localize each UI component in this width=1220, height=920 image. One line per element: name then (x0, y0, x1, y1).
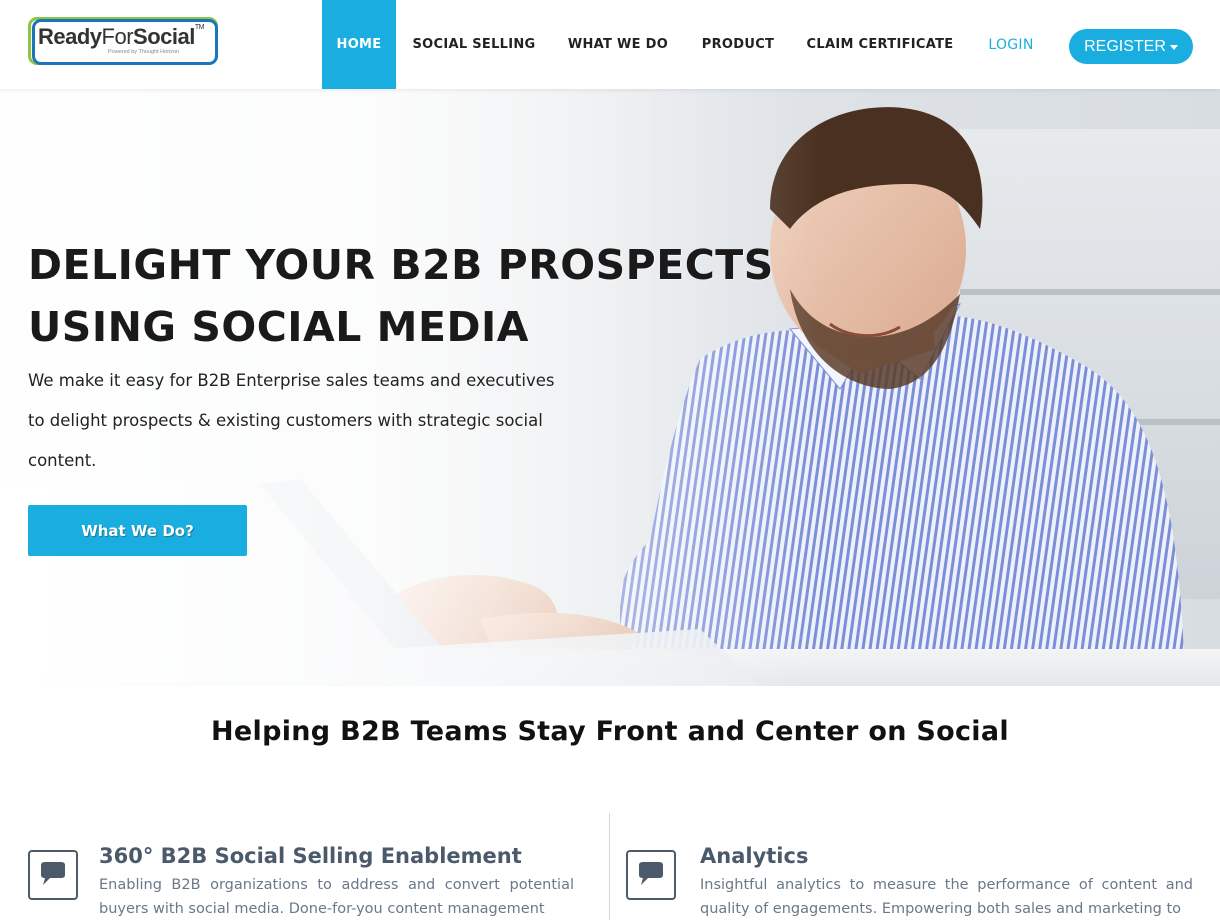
chat-bubble-icon-glyph (41, 862, 65, 885)
logo-wordmark: ReadyForSocialTM (38, 24, 204, 49)
register-dropdown-button[interactable]: REGISTER (1069, 29, 1193, 64)
nav-social-selling[interactable]: SOCIAL SELLING (408, 0, 540, 89)
brand-logo[interactable]: ReadyForSocialTM Powered by Thought Hori… (28, 17, 218, 65)
nav-what-we-do[interactable]: WHAT WE DO (562, 0, 674, 89)
logo-tagline: Powered by Thought Horizon (108, 49, 180, 55)
chat-bubble-icon-glyph (639, 862, 663, 885)
nav-claim-certificate[interactable]: CLAIM CERTIFICATE (802, 0, 958, 89)
nav-home[interactable]: HOME (322, 0, 396, 89)
navbar: ReadyForSocialTM Powered by Thought Hori… (0, 0, 1220, 89)
feature-title-analytics: Analytics (700, 844, 809, 868)
hero-headline: DELIGHT YOUR B2B PROSPECTS USING SOCIAL … (28, 241, 774, 351)
caret-down-icon (1169, 45, 1178, 50)
chat-bubble-icon (28, 850, 78, 900)
hero-subtext: We make it easy for B2B Enterprise sales… (28, 371, 555, 470)
column-divider (609, 813, 610, 920)
hero-banner: DELIGHT YOUR B2B PROSPECTS USING SOCIAL … (0, 89, 1220, 686)
register-label: REGISTER (1084, 37, 1166, 55)
chat-bubble-icon (626, 850, 676, 900)
feature-desc-social-selling: Enabling B2B organizations to address an… (99, 877, 574, 917)
section-heading: Helping B2B Teams Stay Front and Center … (211, 716, 1009, 747)
feature-desc-analytics: Insightful analytics to measure the perf… (700, 877, 1193, 917)
what-we-do-button[interactable]: What We Do? (28, 505, 247, 556)
nav-login[interactable]: LOGIN (980, 0, 1042, 89)
nav-product[interactable]: PRODUCT (696, 0, 780, 89)
feature-title-social-selling: 360° B2B Social Selling Enablement (99, 844, 522, 868)
